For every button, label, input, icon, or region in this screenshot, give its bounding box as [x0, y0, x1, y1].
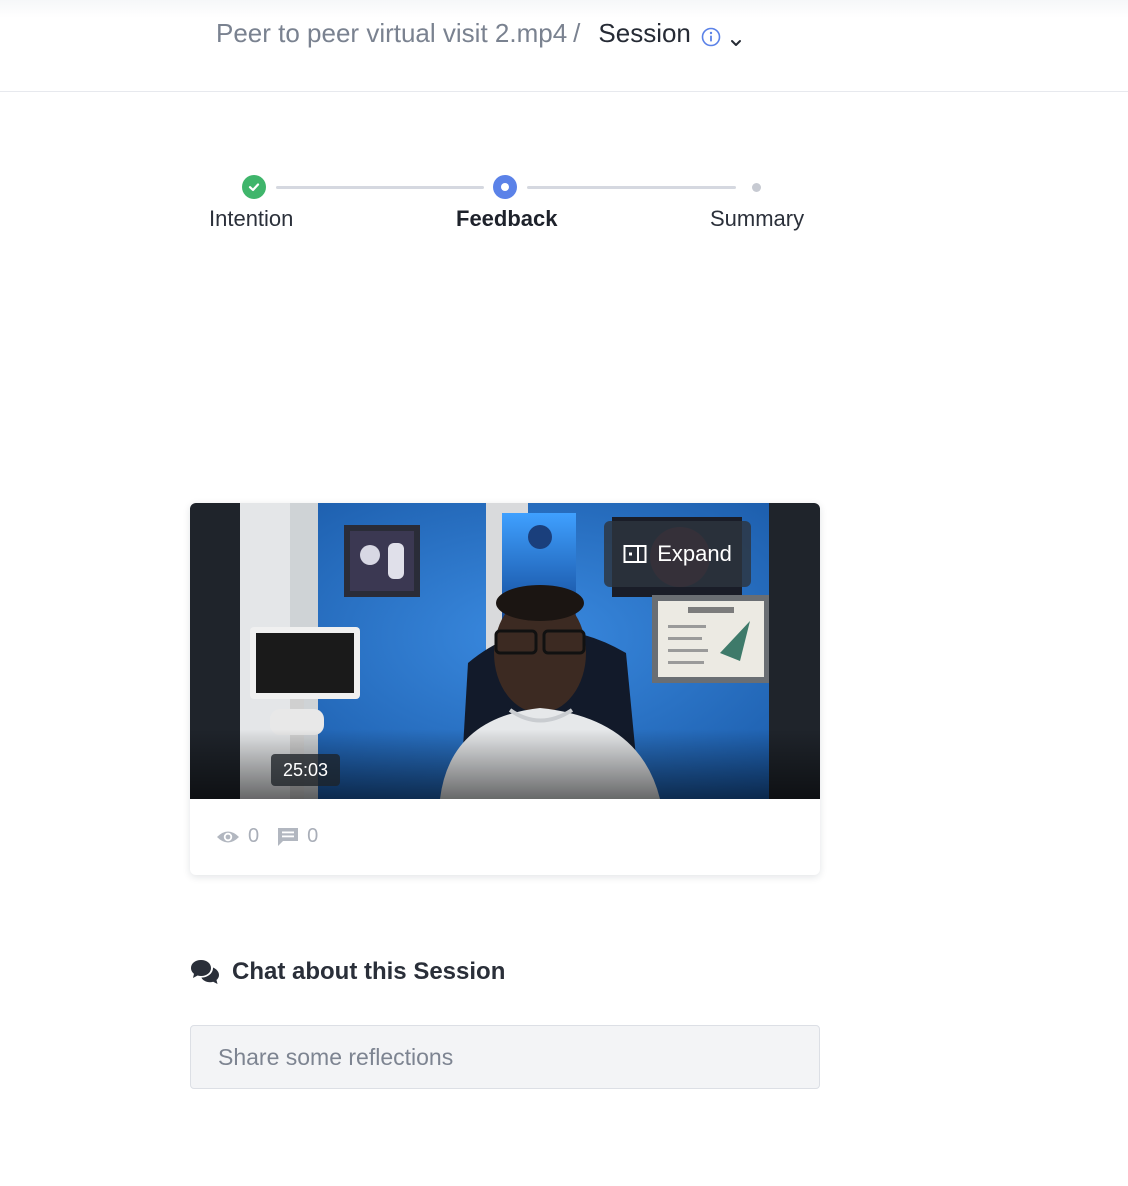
breadcrumb-separator: / — [573, 17, 581, 48]
video-stats: 0 0 — [216, 825, 318, 848]
eye-icon — [217, 831, 239, 842]
step-complete-indicator[interactable] — [242, 175, 266, 199]
stepper-connector — [527, 186, 736, 189]
breadcrumb: Peer to peer virtual visit 2.mp4 / Sessi… — [216, 14, 743, 52]
view-count-value: 0 — [248, 825, 260, 847]
step-upcoming-indicator[interactable] — [752, 183, 761, 192]
reflection-input[interactable] — [190, 1025, 820, 1089]
comment-count: 0 — [277, 825, 318, 848]
video-card: Expand 25:03 0 0 — [190, 503, 820, 875]
session-dropdown-label[interactable]: Session — [598, 18, 691, 49]
chat-title-text: Chat about this Session — [232, 958, 506, 985]
comment-count-value: 0 — [307, 825, 319, 847]
check-icon — [248, 183, 260, 192]
view-count: 0 — [216, 825, 259, 848]
page-header: Peer to peer virtual visit 2.mp4 / Sessi… — [0, 0, 1128, 92]
stepper-connector — [276, 186, 484, 189]
comment-icon — [278, 827, 299, 846]
step-label-feedback[interactable]: Feedback — [456, 206, 558, 232]
expand-label: Expand — [657, 541, 732, 566]
info-icon[interactable] — [701, 23, 721, 47]
step-active-indicator[interactable] — [493, 175, 517, 199]
step-label-summary[interactable]: Summary — [710, 206, 804, 232]
expand-icon — [623, 545, 647, 563]
chat-bubbles-icon — [191, 960, 219, 984]
step-label-intention[interactable]: Intention — [209, 206, 293, 232]
video-player[interactable]: Expand 25:03 — [190, 503, 820, 799]
chevron-down-icon[interactable] — [729, 26, 743, 46]
expand-button[interactable]: Expand — [604, 521, 751, 587]
video-duration: 25:03 — [271, 754, 341, 786]
chat-section-title: Chat about this Session — [190, 958, 505, 986]
breadcrumb-file-name[interactable]: Peer to peer virtual visit 2.mp4 — [216, 18, 567, 49]
